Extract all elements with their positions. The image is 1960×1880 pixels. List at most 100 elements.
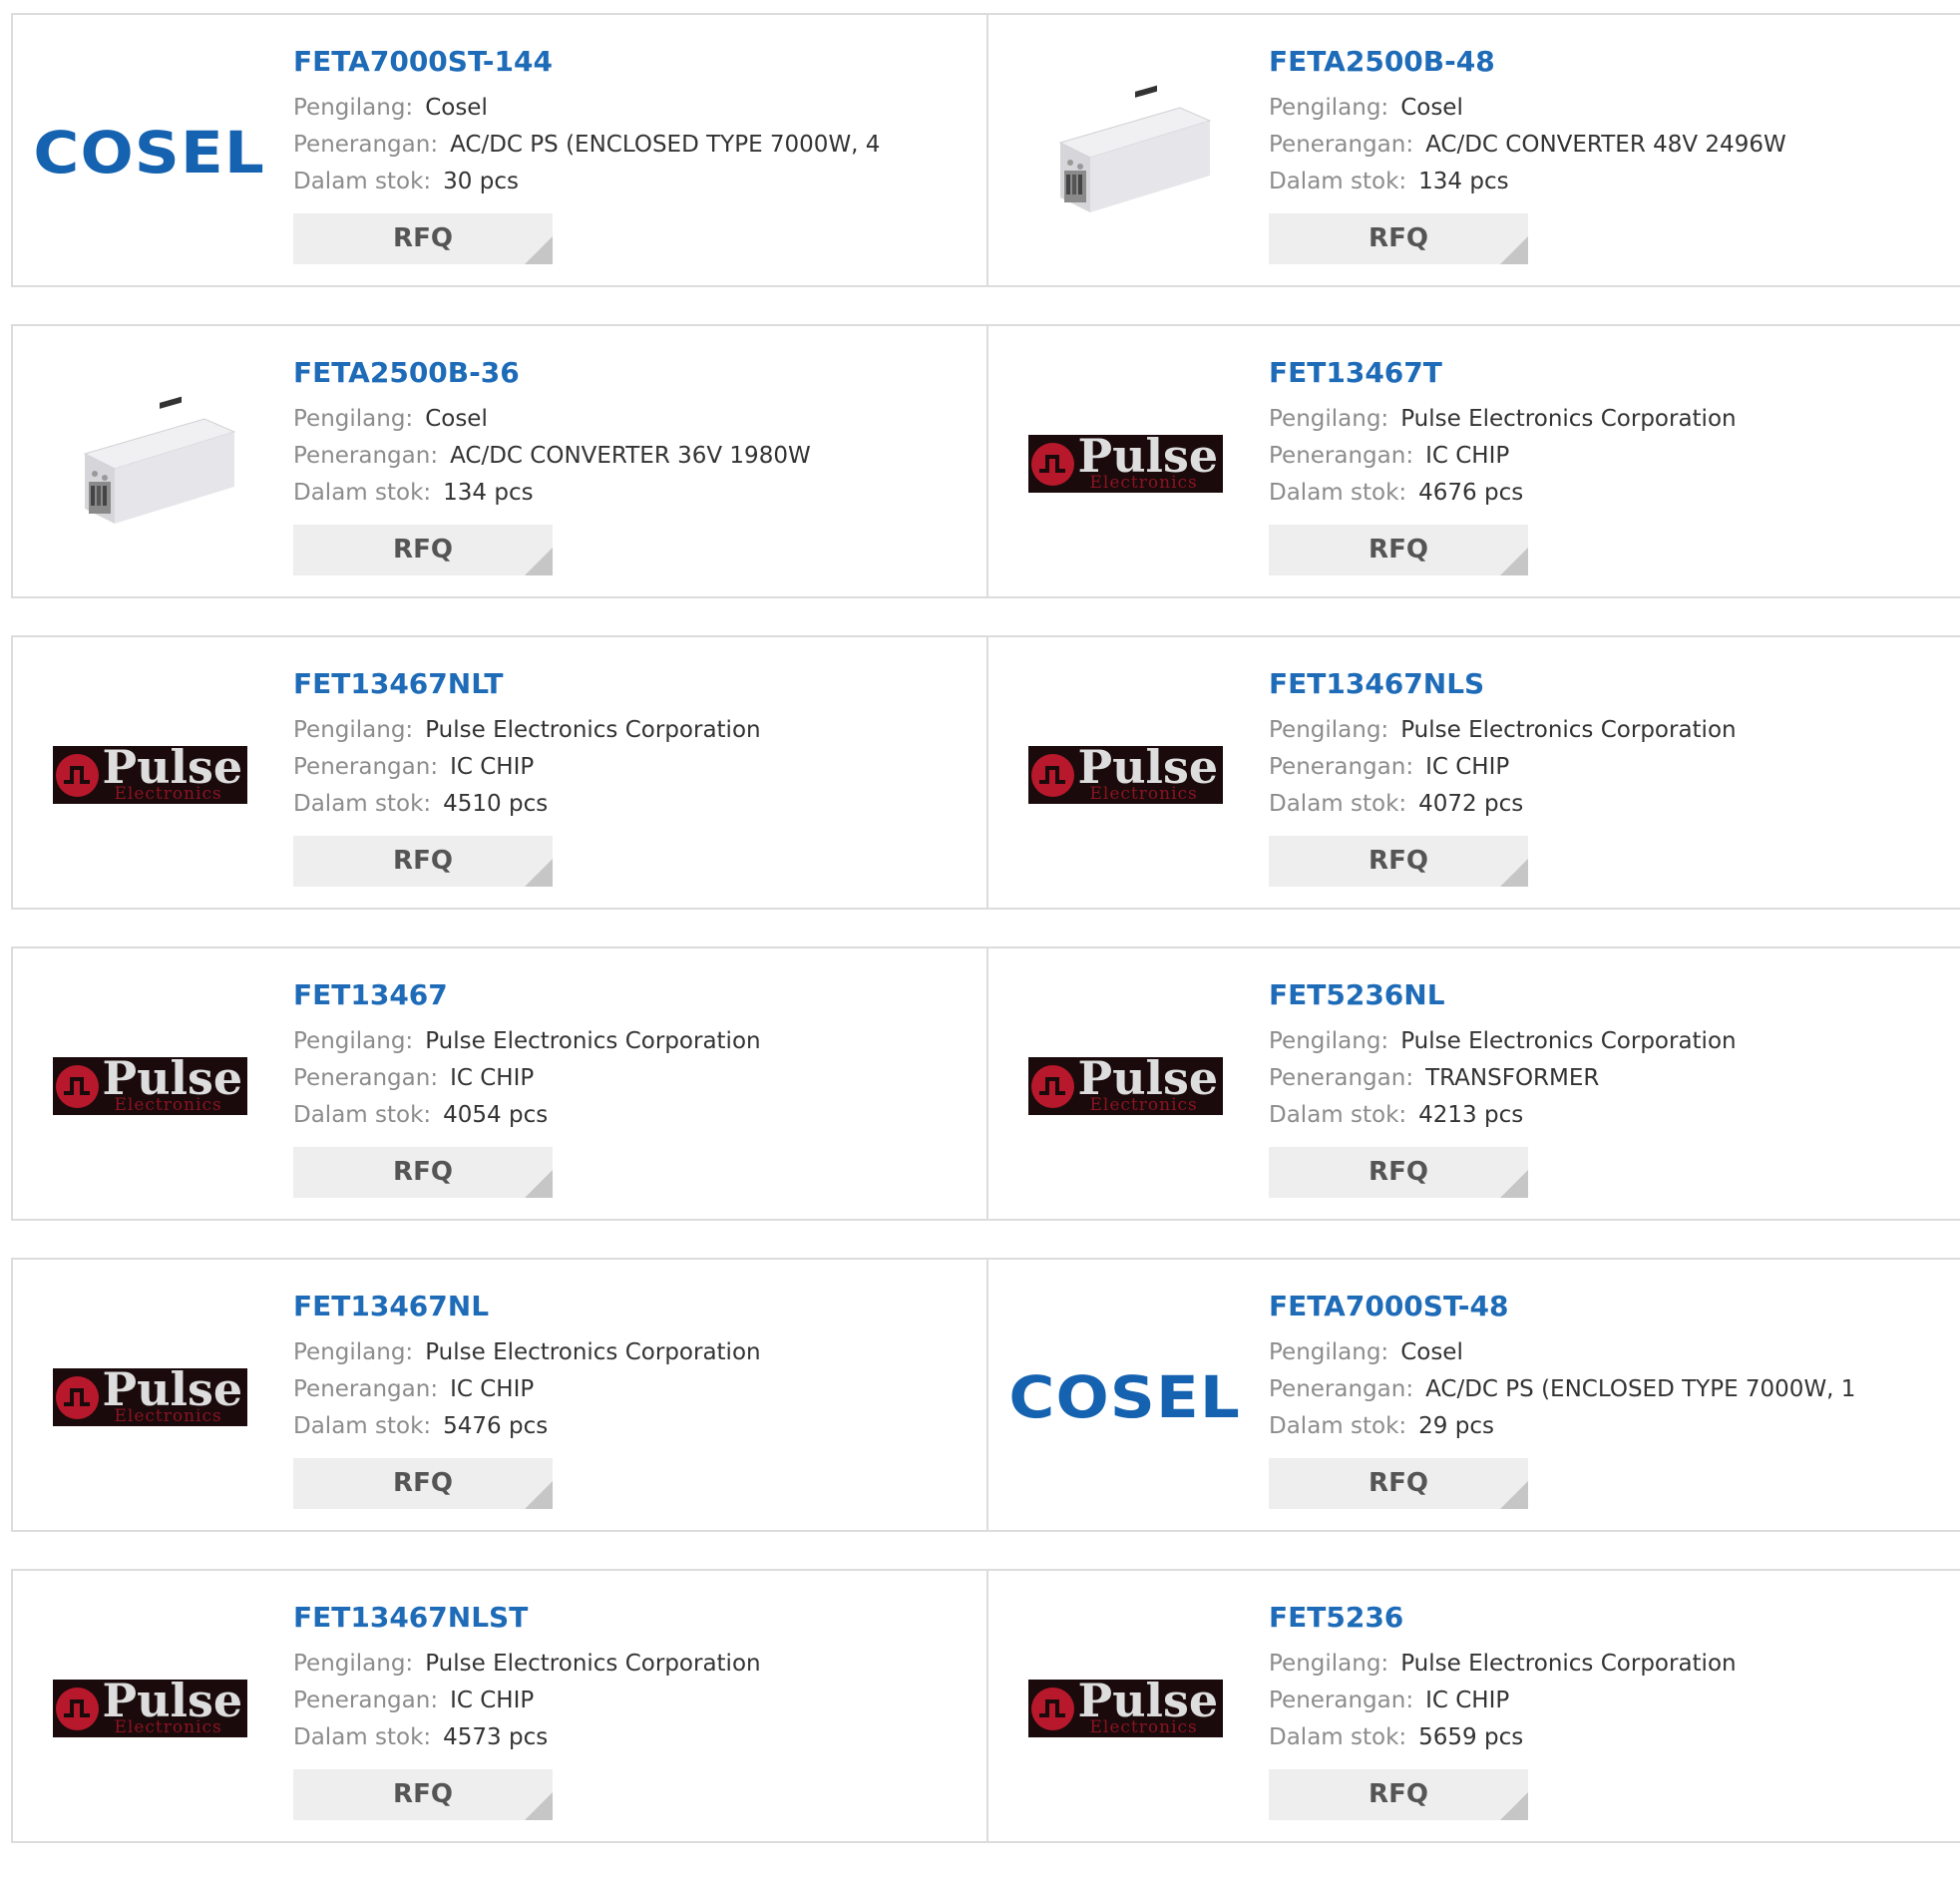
product-info: FET13467 Pengilang: Pulse Electronics Cor… — [293, 978, 977, 1198]
description-label: Penerangan: — [1269, 1688, 1414, 1713]
product-title-link[interactable]: FET13467NLST — [293, 1601, 977, 1635]
description-value: IC CHIP — [1425, 754, 1510, 780]
pulse-logo-subtext: Electronics — [114, 1095, 222, 1115]
pulse-mark-icon — [1030, 1065, 1074, 1108]
product-image[interactable] — [1025, 53, 1225, 252]
product-image[interactable]: COSEL — [34, 53, 264, 252]
manufacturer-row: Pengilang: Pulse Electronics Corporation — [1269, 401, 1950, 438]
stock-value: 5659 pcs — [1418, 1724, 1524, 1750]
product-title-link[interactable]: FETA2500B-48 — [1269, 45, 1950, 79]
manufacturer-row: Pengilang: Pulse Electronics Corporation — [293, 1334, 977, 1371]
rfq-button[interactable]: RFQ — [1269, 836, 1528, 887]
button-corner-icon — [525, 1481, 553, 1509]
rfq-button[interactable]: RFQ — [293, 1147, 553, 1198]
rfq-button[interactable]: RFQ — [293, 213, 553, 264]
description-value: AC/DC PS (ENCLOSED TYPE 7000W, 1 — [1425, 1376, 1856, 1402]
pulse-logo: Pulse Electronics — [52, 1057, 247, 1115]
product-card: Pulse Electronics FET13467NLS Pengilang:… — [986, 637, 1960, 908]
product-title-link[interactable]: FET13467T — [1269, 356, 1950, 390]
rfq-button[interactable]: RFQ — [1269, 213, 1528, 264]
pulse-mark-icon — [55, 754, 99, 797]
product-image[interactable]: Pulse Electronics — [50, 675, 249, 875]
product-title-link[interactable]: FETA7000ST-144 — [293, 45, 977, 79]
power-supply-photo — [1030, 73, 1220, 232]
description-row: Penerangan: AC/DC PS (ENCLOSED TYPE 7000W… — [1269, 1371, 1950, 1408]
rfq-button[interactable]: RFQ — [293, 1769, 553, 1820]
manufacturer-value: Pulse Electronics Corporation — [425, 1028, 761, 1054]
manufacturer-value: Pulse Electronics Corporation — [1400, 1651, 1737, 1677]
button-corner-icon — [525, 548, 553, 575]
rfq-button-label: RFQ — [1369, 1779, 1428, 1809]
description-value: TRANSFORMER — [1425, 1065, 1600, 1091]
rfq-button[interactable]: RFQ — [1269, 1458, 1528, 1509]
product-title-link[interactable]: FETA2500B-36 — [293, 356, 977, 390]
pulse-mark-icon — [1030, 443, 1074, 486]
product-image[interactable]: Pulse Electronics — [1025, 1609, 1225, 1808]
manufacturer-value: Pulse Electronics Corporation — [1400, 406, 1737, 432]
button-corner-icon — [1500, 1792, 1528, 1820]
product-image[interactable]: Pulse Electronics — [1025, 364, 1225, 564]
button-corner-icon — [1500, 1481, 1528, 1509]
rfq-button-label: RFQ — [1369, 846, 1428, 876]
product-image[interactable]: Pulse Electronics — [50, 1298, 249, 1497]
pulse-mark-icon — [1030, 754, 1074, 797]
rfq-button[interactable]: RFQ — [1269, 525, 1528, 575]
manufacturer-value: Pulse Electronics Corporation — [425, 1651, 761, 1677]
product-image[interactable]: Pulse Electronics — [50, 986, 249, 1186]
product-title-link[interactable]: FET13467NLS — [1269, 667, 1950, 701]
stock-label: Dalam stok: — [293, 791, 432, 817]
manufacturer-value: Pulse Electronics Corporation — [425, 1339, 761, 1365]
description-value: IC CHIP — [450, 1688, 535, 1713]
product-title-link[interactable]: FET5236 — [1269, 1601, 1950, 1635]
product-info: FET5236 Pengilang: Pulse Electronics Corp… — [1269, 1601, 1950, 1820]
description-row: Penerangan: IC CHIP — [293, 749, 977, 786]
power-supply-photo — [55, 384, 244, 544]
rfq-button-label: RFQ — [1369, 223, 1428, 253]
product-image[interactable] — [50, 364, 249, 564]
manufacturer-label: Pengilang: — [1269, 1028, 1389, 1054]
pulse-logo: Pulse Electronics — [52, 746, 247, 804]
pulse-mark-icon — [55, 1065, 99, 1108]
product-image[interactable]: Pulse Electronics — [1025, 986, 1225, 1186]
stock-row: Dalam stok: 29 pcs — [1269, 1408, 1950, 1445]
product-info: FET13467NLS Pengilang: Pulse Electronics … — [1269, 667, 1950, 887]
stock-label: Dalam stok: — [1269, 1413, 1407, 1439]
product-title-link[interactable]: FET13467 — [293, 978, 977, 1012]
button-corner-icon — [525, 859, 553, 887]
rfq-button[interactable]: RFQ — [1269, 1769, 1528, 1820]
rfq-button[interactable]: RFQ — [1269, 1147, 1528, 1198]
product-title-link[interactable]: FETA7000ST-48 — [1269, 1290, 1950, 1323]
manufacturer-label: Pengilang: — [1269, 406, 1389, 432]
manufacturer-label: Pengilang: — [293, 1339, 414, 1365]
product-image[interactable]: Pulse Electronics — [50, 1609, 249, 1808]
product-info: FETA7000ST-48 Pengilang: Cosel Penerangan… — [1269, 1290, 1950, 1509]
product-title-link[interactable]: FET13467NLT — [293, 667, 977, 701]
product-card: Pulse Electronics FET13467NL Pengilang: P… — [13, 1260, 986, 1530]
pulse-logo-subtext: Electronics — [1089, 1717, 1198, 1737]
description-label: Penerangan: — [293, 1376, 439, 1402]
product-image[interactable]: COSEL — [1009, 1298, 1240, 1497]
product-card: FETA2500B-36 Pengilang: Cosel Penerangan:… — [13, 326, 986, 596]
manufacturer-label: Pengilang: — [293, 1651, 414, 1677]
pulse-logo-subtext: Electronics — [114, 784, 222, 804]
product-title-link[interactable]: FET5236NL — [1269, 978, 1950, 1012]
pulse-logo-subtext: Electronics — [114, 1717, 222, 1737]
stock-row: Dalam stok: 4072 pcs — [1269, 786, 1950, 823]
product-grid: COSEL FETA7000ST-144 Pengilang: Cosel Pen… — [11, 13, 1960, 1880]
stock-value: 4213 pcs — [1418, 1102, 1524, 1128]
manufacturer-row: Pengilang: Pulse Electronics Corporation — [1269, 1646, 1950, 1683]
description-row: Penerangan: IC CHIP — [293, 1371, 977, 1408]
rfq-button[interactable]: RFQ — [293, 1458, 553, 1509]
rfq-button[interactable]: RFQ — [293, 836, 553, 887]
manufacturer-label: Pengilang: — [293, 406, 414, 432]
description-label: Penerangan: — [293, 132, 439, 158]
product-title-link[interactable]: FET13467NL — [293, 1290, 977, 1323]
product-image[interactable]: Pulse Electronics — [1025, 675, 1225, 875]
rfq-button[interactable]: RFQ — [293, 525, 553, 575]
product-card: Pulse Electronics FET13467T Pengilang: Pu… — [986, 326, 1960, 596]
description-label: Penerangan: — [293, 443, 439, 469]
description-value: IC CHIP — [1425, 1688, 1510, 1713]
stock-row: Dalam stok: 5476 pcs — [293, 1408, 977, 1445]
stock-label: Dalam stok: — [293, 1413, 432, 1439]
button-corner-icon — [525, 1170, 553, 1198]
